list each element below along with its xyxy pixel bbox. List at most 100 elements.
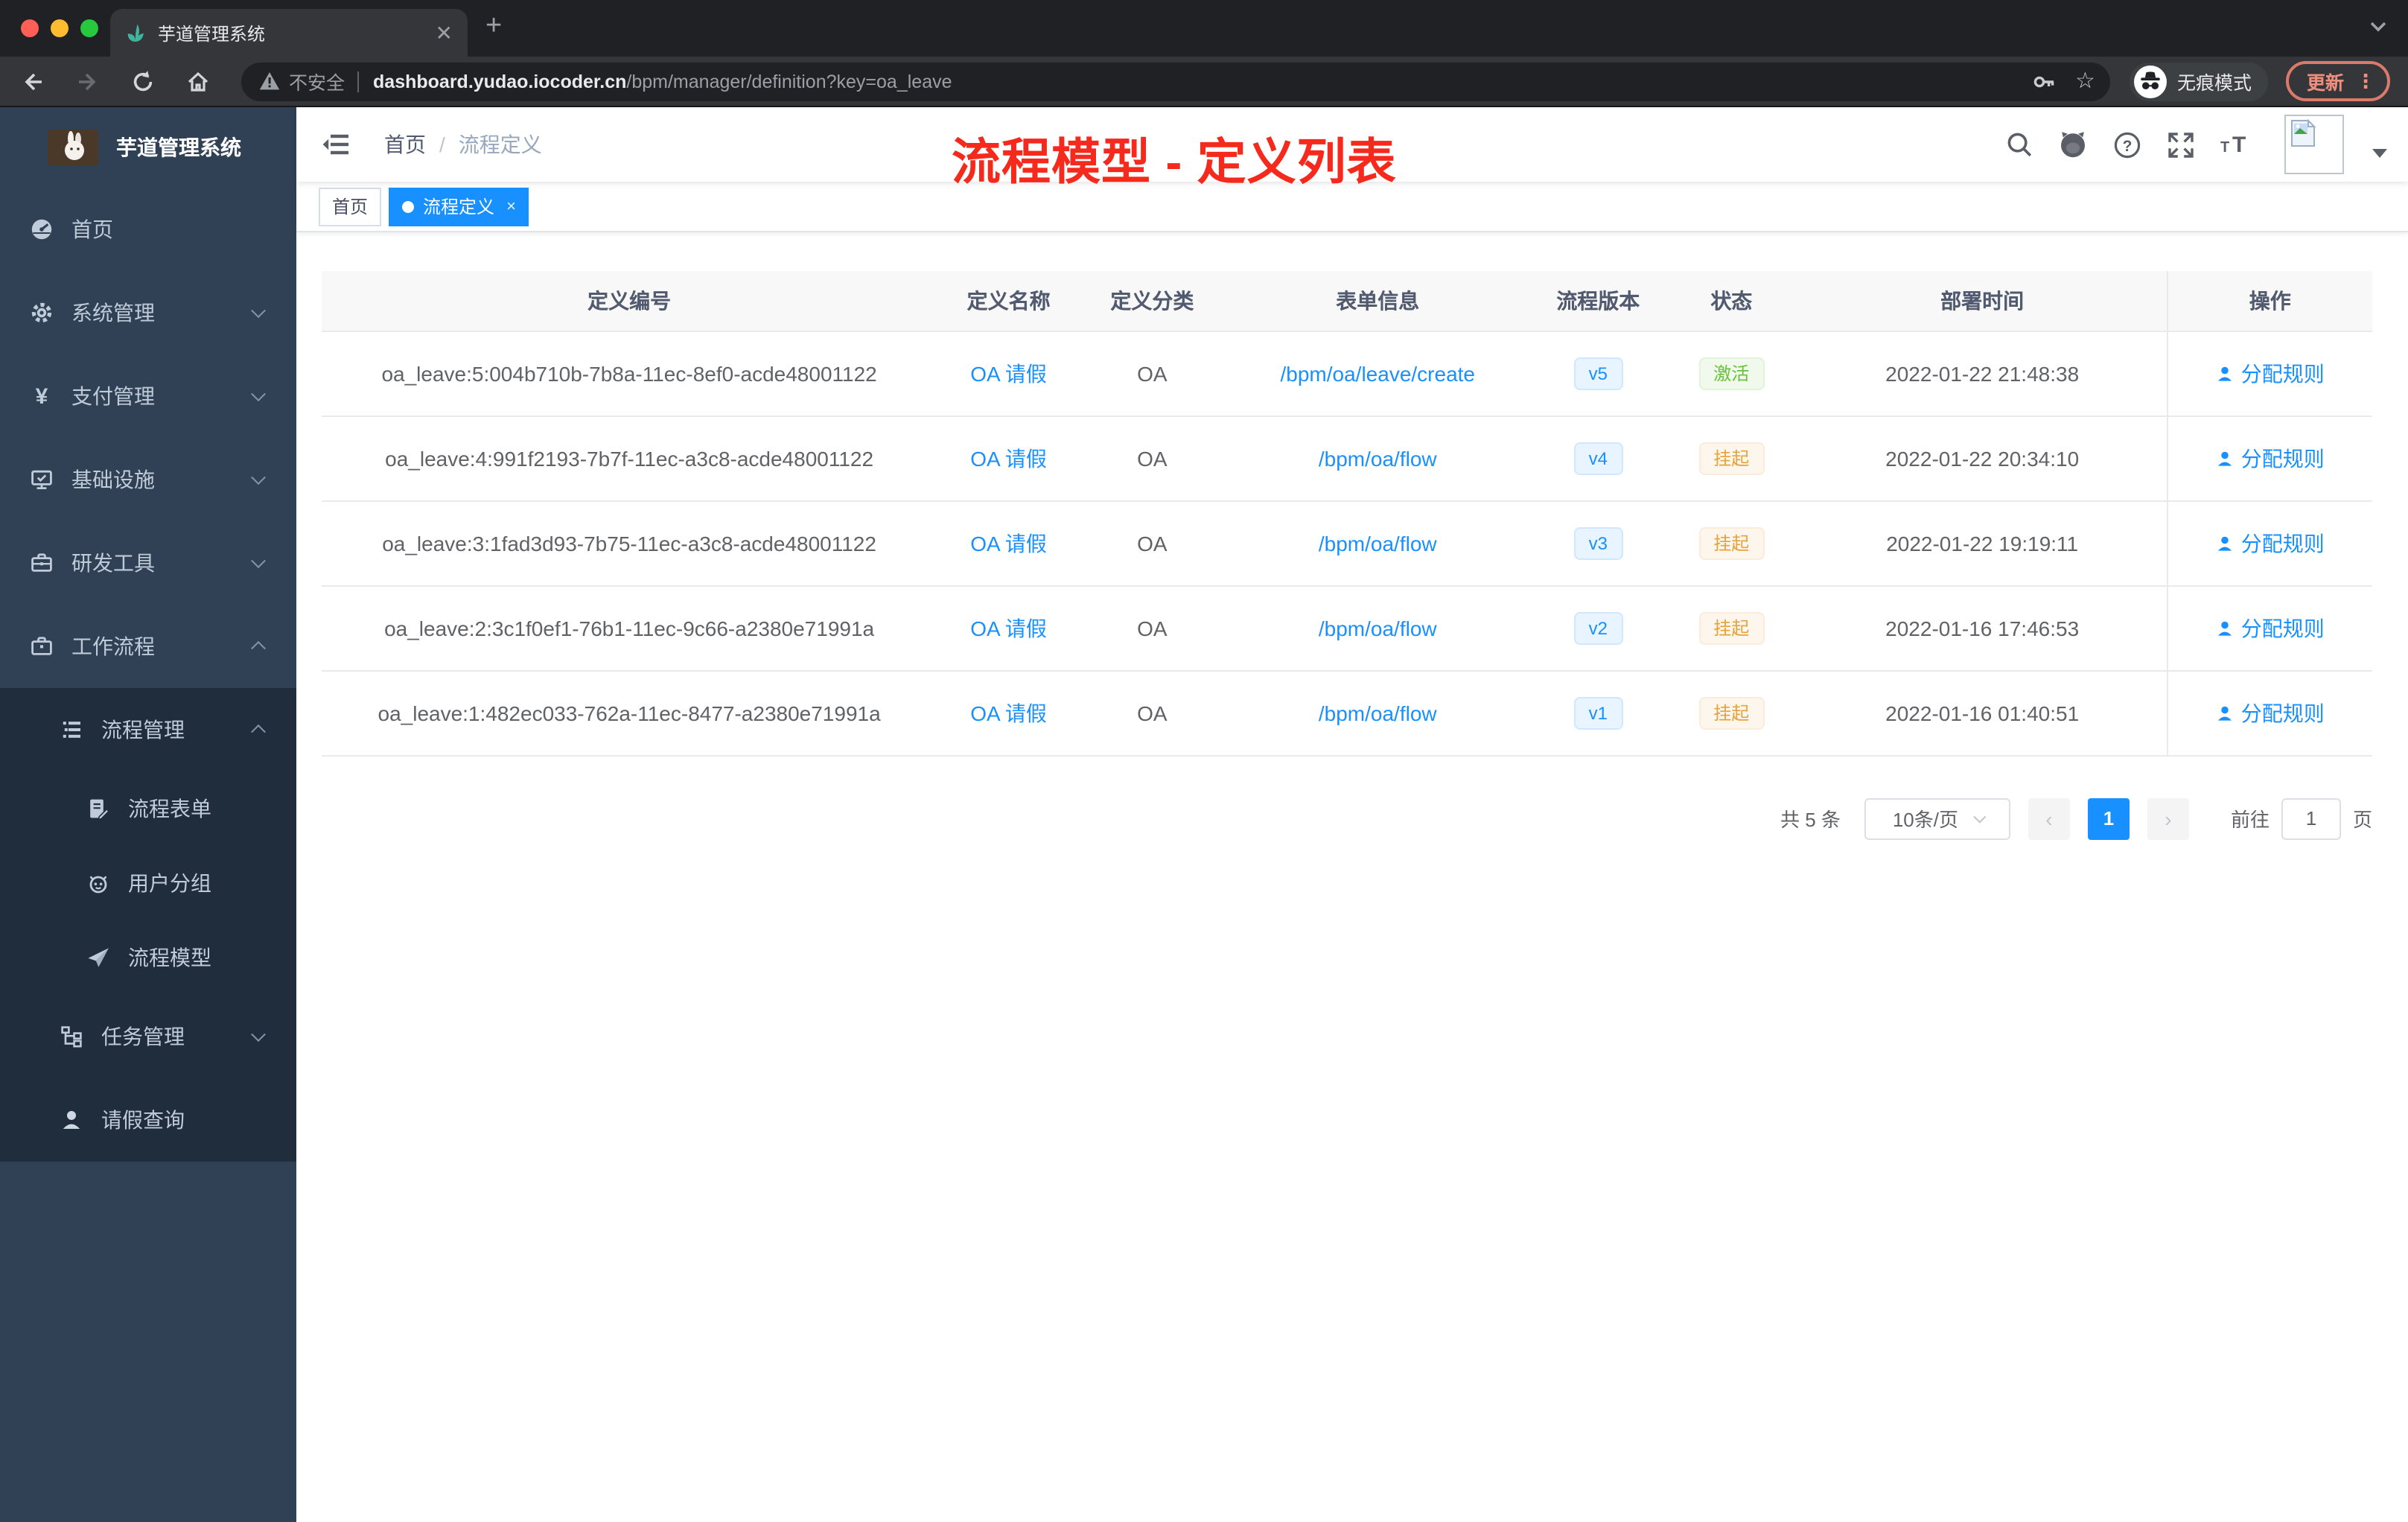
assign-rule-link[interactable]: 分配规则	[2216, 698, 2325, 727]
url-text: dashboard.yudao.iocoder.cn/bpm/manager/d…	[373, 71, 2013, 92]
form-link[interactable]: /bpm/oa/flow	[1319, 531, 1437, 555]
definition-name-link[interactable]: OA 请假	[970, 616, 1047, 640]
browser-tabstrip: 芋道管理系统 ✕ +	[0, 0, 2408, 57]
tag-home[interactable]: 首页	[319, 187, 382, 226]
tab-search-chevron-icon[interactable]	[2369, 21, 2387, 33]
tag-close-icon[interactable]: ×	[506, 197, 516, 215]
home-button[interactable]	[177, 60, 219, 102]
logo-avatar	[48, 130, 98, 165]
sidebar-item-workflow[interactable]: 工作流程	[0, 605, 296, 688]
table-row: oa_leave:1:482ec033-762a-11ec-8477-a2380…	[322, 670, 2372, 756]
assign-rule-link[interactable]: 分配规则	[2216, 443, 2325, 473]
sidebar-item-devtools[interactable]: 研发工具	[0, 521, 296, 605]
browser-menu-dots-icon[interactable]: ⋮	[2356, 69, 2375, 93]
page-size-select[interactable]: 10条/页	[1864, 797, 2010, 839]
forward-button[interactable]	[67, 60, 109, 102]
sidebar-item-home[interactable]: 首页	[0, 188, 296, 271]
definition-name-link[interactable]: OA 请假	[970, 446, 1047, 470]
sidebar-item-process-management[interactable]: 流程管理	[0, 688, 296, 771]
tab-title: 芋道管理系统	[158, 23, 266, 44]
col-header-version: 流程版本	[1531, 271, 1665, 331]
fullscreen-icon[interactable]	[2167, 130, 2195, 159]
tree-icon	[60, 1025, 83, 1048]
paper-plane-icon	[86, 946, 110, 969]
main-area: 流程模型 - 定义列表 首页 / 流程定义 ? T T 首页 流程定义 × 定义…	[296, 107, 2408, 1522]
github-icon[interactable]	[2058, 130, 2088, 159]
browser-update-button[interactable]: 更新 ⋮	[2285, 61, 2390, 101]
pagination-total: 共 5 条	[1780, 809, 1841, 831]
form-link[interactable]: /bpm/oa/flow	[1319, 616, 1437, 640]
chevron-down-icon	[251, 553, 266, 569]
tag-process-definition[interactable]: 流程定义 ×	[389, 187, 529, 226]
definition-name-link[interactable]: OA 请假	[970, 701, 1047, 725]
hamburger-icon[interactable]	[322, 130, 351, 159]
definition-category: OA	[1080, 670, 1224, 756]
sidebar-item-system[interactable]: 系统管理	[0, 271, 296, 354]
pagination: 共 5 条 10条/页 ‹ 1 › 前往 页	[296, 797, 2372, 839]
sidebar: 芋道管理系统 首页 系统管理 ¥ 支付管理 基础设施 研发工具 工作流程 流程管…	[0, 107, 296, 1522]
sidebar-item-payment[interactable]: ¥ 支付管理	[0, 354, 296, 438]
back-button[interactable]	[12, 60, 54, 102]
address-bar[interactable]: 不安全 dashboard.yudao.iocoder.cn/bpm/manag…	[241, 62, 2110, 101]
sidebar-item-process-model[interactable]: 流程模型	[0, 920, 296, 995]
incognito-label: 无痕模式	[2176, 73, 2252, 94]
sidebar-item-task-management[interactable]: 任务管理	[0, 995, 296, 1078]
status-badge: 挂起	[1698, 526, 1765, 559]
new-tab-button[interactable]: +	[485, 12, 502, 40]
sidebar-item-user-group[interactable]: 用户分组	[0, 846, 296, 920]
prev-page-button[interactable]: ‹	[2028, 797, 2070, 839]
incognito-icon	[2133, 65, 2167, 98]
sidebar-item-leave-query[interactable]: 请假查询	[0, 1078, 296, 1162]
user-icon	[2217, 705, 2232, 720]
search-icon[interactable]	[2006, 131, 2033, 158]
avatar-caret-icon[interactable]	[2372, 149, 2387, 158]
chevron-up-icon	[251, 640, 266, 656]
svg-text:T: T	[2220, 139, 2229, 156]
browser-tab[interactable]: 芋道管理系统 ✕	[110, 9, 468, 57]
table-row: oa_leave:5:004b710b-7b8a-11ec-8ef0-acde4…	[322, 331, 2372, 416]
window-close-button[interactable]	[21, 19, 39, 37]
toolbox-icon	[30, 551, 54, 575]
not-secure-warning-icon	[259, 72, 280, 90]
browser-toolbar: 不安全 dashboard.yudao.iocoder.cn/bpm/manag…	[0, 57, 2408, 107]
url-divider	[357, 71, 359, 92]
table-row: oa_leave:4:991f2193-7b7f-11ec-a3c8-acde4…	[322, 415, 2372, 501]
assign-rule-link[interactable]: 分配规则	[2216, 613, 2325, 643]
page-number-1[interactable]: 1	[2087, 797, 2130, 839]
form-link[interactable]: /bpm/oa/flow	[1319, 701, 1437, 725]
active-tag-dot	[402, 200, 415, 212]
sidebar-logo[interactable]: 芋道管理系统	[0, 107, 296, 188]
definition-id: oa_leave:2:3c1f0ef1-76b1-11ec-9c66-a2380…	[322, 585, 937, 671]
assign-rule-link[interactable]: 分配规则	[2216, 528, 2325, 558]
definition-category: OA	[1080, 585, 1224, 671]
screen: 芋道管理系统 ✕ + 不安全 dashboard.yudao.iocoder.c…	[0, 0, 2408, 1522]
form-link[interactable]: /bpm/oa/leave/create	[1281, 361, 1476, 385]
next-page-button[interactable]: ›	[2147, 797, 2189, 839]
user-avatar[interactable]	[2284, 115, 2344, 174]
assign-rule-link[interactable]: 分配规则	[2216, 358, 2325, 388]
window-zoom-button[interactable]	[80, 19, 98, 37]
window-minimize-button[interactable]	[51, 19, 69, 37]
breadcrumb-home[interactable]: 首页	[384, 130, 426, 159]
col-header-id: 定义编号	[322, 271, 937, 331]
security-label: 不安全	[289, 73, 345, 94]
bookmark-star-icon[interactable]: ☆	[2075, 70, 2095, 92]
col-header-name: 定义名称	[937, 271, 1080, 331]
font-size-icon[interactable]: TT	[2220, 131, 2253, 158]
deploy-time: 2022-01-22 21:48:38	[1797, 331, 2167, 416]
definition-name-link[interactable]: OA 请假	[970, 531, 1047, 555]
sidebar-item-process-form[interactable]: 流程表单	[0, 771, 296, 846]
status-badge: 挂起	[1698, 696, 1765, 729]
sidebar-item-infrastructure[interactable]: 基础设施	[0, 438, 296, 521]
form-link[interactable]: /bpm/oa/flow	[1319, 446, 1437, 470]
password-key-icon[interactable]	[2030, 68, 2057, 95]
table-row: oa_leave:2:3c1f0ef1-76b1-11ec-9c66-a2380…	[322, 585, 2372, 671]
reload-button[interactable]	[122, 60, 164, 102]
broken-image-icon	[2291, 119, 2316, 147]
goto-page-input[interactable]	[2281, 797, 2341, 839]
help-icon[interactable]: ?	[2113, 130, 2141, 159]
goto-label: 前往	[2230, 809, 2270, 831]
tab-close-icon[interactable]: ✕	[436, 22, 453, 43]
yen-icon: ¥	[35, 383, 48, 409]
definition-name-link[interactable]: OA 请假	[970, 361, 1047, 385]
